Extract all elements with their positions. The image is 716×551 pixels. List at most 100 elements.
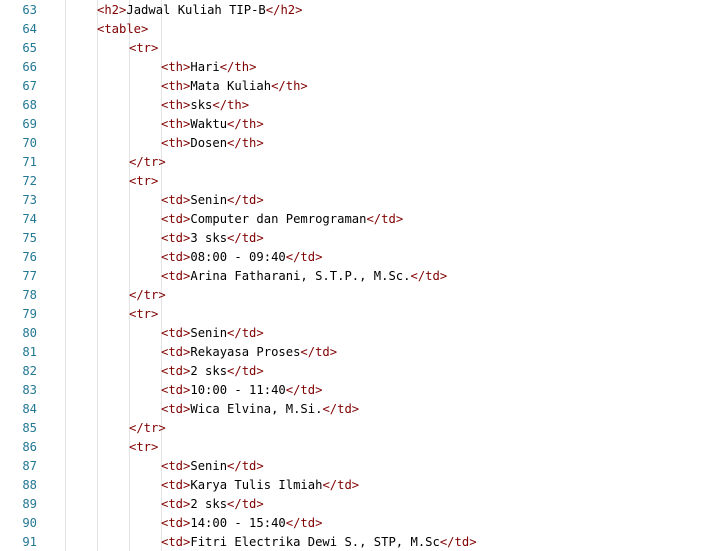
line-number: 89 — [22, 496, 37, 511]
line-number: 70 — [22, 135, 37, 150]
code-content: <h2> Jadwal Kuliah TIP-B </h2> — [97, 0, 302, 19]
code-line[interactable]: 72 <tr> — [0, 171, 716, 190]
code-line[interactable]: 77 <td> Arina Fatharani, S.T.P., M.Sc. </td… — [0, 266, 716, 285]
html-tag-token: </td> — [227, 496, 264, 511]
code-line[interactable]: 73 <td> Senin </td> — [0, 190, 716, 209]
line-number: 64 — [22, 21, 37, 36]
code-content: <td> Senin </td> — [161, 456, 264, 475]
code-line[interactable]: 91 <td> Fitri Electrika Dewi S., STP, M.Sc… — [0, 532, 716, 551]
code-line[interactable]: 79 <tr> — [0, 304, 716, 323]
html-tag-token: <td> — [161, 477, 191, 492]
line-number: 71 — [22, 154, 37, 169]
html-tag-token: <tr> — [129, 306, 159, 321]
code-line[interactable]: 63 <h2> Jadwal Kuliah TIP-B </h2> — [0, 0, 716, 19]
html-tag-token: <td> — [161, 211, 191, 226]
code-content: <tr> — [129, 38, 158, 57]
text-token: Wica Elvina, M.Si. — [190, 401, 323, 416]
line-number: 82 — [22, 363, 37, 378]
text-token: Waktu — [190, 116, 228, 131]
code-line[interactable]: 76 <td> 08:00 - 09:40 </td> — [0, 247, 716, 266]
code-line[interactable]: 84 <td> Wica Elvina, M.Si. </td> — [0, 399, 716, 418]
text-token: 14:00 - 15:40 — [190, 515, 286, 530]
text-token: 2 sks — [190, 496, 228, 511]
line-number: 63 — [22, 2, 37, 17]
code-line[interactable]: 74 <td> Computer dan Pemrograman </td> — [0, 209, 716, 228]
html-tag-token: <td> — [161, 230, 191, 245]
text-token: 3 sks — [190, 230, 228, 245]
html-tag-token: </td> — [227, 325, 264, 340]
code-line[interactable]: 66 <th> Hari </th> — [0, 57, 716, 76]
code-line[interactable]: 67 <th> Mata Kuliah </th> — [0, 76, 716, 95]
code-editor[interactable]: 63 <h2> Jadwal Kuliah TIP-B </h2> 64 <table> 6… — [0, 0, 716, 551]
html-tag-token: </h2> — [265, 2, 303, 17]
html-tag-token: <td> — [161, 249, 191, 264]
line-number: 87 — [22, 458, 37, 473]
html-tag-token: <td> — [161, 382, 191, 397]
line-number: 74 — [22, 211, 37, 226]
line-number: 65 — [22, 40, 37, 55]
code-content: </tr> — [129, 418, 166, 437]
html-tag-token: <td> — [161, 401, 191, 416]
code-content: <td> Senin </td> — [161, 323, 264, 342]
html-tag-token: <th> — [161, 135, 191, 150]
text-token: Karya Tulis Ilmiah — [190, 477, 323, 492]
code-line[interactable]: 87 <td> Senin </td> — [0, 456, 716, 475]
html-tag-token: <tr> — [129, 439, 159, 454]
code-line[interactable]: 71 </tr> — [0, 152, 716, 171]
code-line[interactable]: 89 <td> 2 sks </td> — [0, 494, 716, 513]
text-token: Rekayasa Proses — [190, 344, 301, 359]
code-line[interactable]: 83 <td> 10:00 - 11:40 </td> — [0, 380, 716, 399]
code-content: </tr> — [129, 285, 166, 304]
code-line[interactable]: 65 <tr> — [0, 38, 716, 57]
code-content: <td> 3 sks </td> — [161, 228, 264, 247]
code-line[interactable]: 82 <td> 2 sks </td> — [0, 361, 716, 380]
html-tag-token: <td> — [161, 534, 191, 549]
html-tag-token: </th> — [227, 135, 264, 150]
code-line[interactable]: 75 <td> 3 sks </td> — [0, 228, 716, 247]
html-tag-token: </th> — [219, 59, 257, 74]
html-tag-token: </tr> — [129, 154, 166, 169]
code-line[interactable]: 81 <td> Rekayasa Proses </td> — [0, 342, 716, 361]
line-number: 86 — [22, 439, 37, 454]
code-content: <td> 2 sks </td> — [161, 361, 264, 380]
code-content: <td> Arina Fatharani, S.T.P., M.Sc. </td> — [161, 266, 447, 285]
code-content: <th> sks </th> — [161, 95, 249, 114]
code-content: <td> Karya Tulis Ilmiah </td> — [161, 475, 359, 494]
code-line[interactable]: 70 <th> Dosen </th> — [0, 133, 716, 152]
line-number: 91 — [22, 534, 37, 549]
line-number: 80 — [22, 325, 37, 340]
html-tag-token: </tr> — [129, 287, 166, 302]
html-tag-token: </th> — [271, 78, 308, 93]
text-token: 08:00 - 09:40 — [190, 249, 286, 264]
text-token: Senin — [190, 458, 228, 473]
html-tag-token: <td> — [161, 344, 191, 359]
line-number: 83 — [22, 382, 37, 397]
html-tag-token: </td> — [439, 534, 477, 549]
text-token: 10:00 - 11:40 — [190, 382, 286, 397]
code-line[interactable]: 86 <tr> — [0, 437, 716, 456]
code-line[interactable]: 78 </tr> — [0, 285, 716, 304]
code-line[interactable]: 68 <th> sks </th> — [0, 95, 716, 114]
html-tag-token: </td> — [300, 344, 338, 359]
line-number: 79 — [22, 306, 37, 321]
html-tag-token: </th> — [227, 116, 264, 131]
html-tag-token: </td> — [227, 192, 264, 207]
html-tag-token: <td> — [161, 268, 191, 283]
html-tag-token: <td> — [161, 496, 191, 511]
line-number: 88 — [22, 477, 37, 492]
code-line[interactable]: 88 <td> Karya Tulis Ilmiah </td> — [0, 475, 716, 494]
html-tag-token: <td> — [161, 458, 191, 473]
code-line[interactable]: 90 <td> 14:00 - 15:40 </td> — [0, 513, 716, 532]
code-line[interactable]: 64 <table> — [0, 19, 716, 38]
html-tag-token: </td> — [285, 249, 323, 264]
code-content: <td> 08:00 - 09:40 </td> — [161, 247, 322, 266]
code-line[interactable]: 69 <th> Waktu </th> — [0, 114, 716, 133]
code-content: <td> 14:00 - 15:40 </td> — [161, 513, 322, 532]
text-token: sks — [190, 97, 213, 112]
html-tag-token: <td> — [161, 515, 191, 530]
html-tag-token: <h2> — [97, 2, 127, 17]
code-content: <th> Hari </th> — [161, 57, 256, 76]
code-content: <td> Senin </td> — [161, 190, 264, 209]
code-line[interactable]: 80 <td> Senin </td> — [0, 323, 716, 342]
code-line[interactable]: 85 </tr> — [0, 418, 716, 437]
